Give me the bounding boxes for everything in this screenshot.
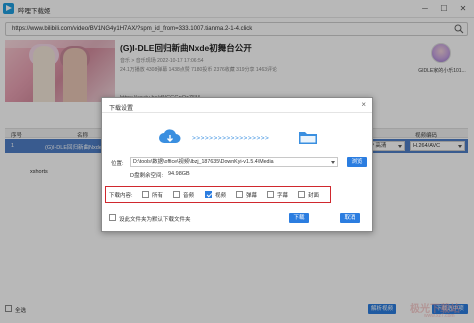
dialog-divider [102,112,372,113]
option-audio-label: 音频 [183,193,195,199]
dialog-title: 下载设置 [109,106,134,112]
disk-space-value: 94.98GB [168,171,190,177]
option-all-label: 所有 [152,193,164,199]
option-subtitle-label: 字幕 [277,193,289,199]
browse-button[interactable]: 浏览 [347,157,367,167]
dialog-cancel-button[interactable]: 取消 [340,213,360,223]
option-video-checkbox[interactable] [205,191,212,198]
cloud-download-icon [159,129,181,143]
default-folder-checkbox[interactable] [109,214,116,221]
flow-arrows-icon: >>>>>>>>>>>>>>>>>> [192,135,270,142]
path-value: D:\tools\数据\office\视频\lbzj_187635\DownKy… [133,159,274,165]
default-folder-label: 设此文件夹为默认下载文件夹 [119,217,191,223]
location-label: 位置: [111,161,124,167]
dialog-download-button[interactable]: 下载 [289,213,309,223]
content-label: 下载内容: [109,193,133,199]
path-select[interactable]: D:\tools\数据\office\视频\lbzj_187635\DownKy… [130,157,338,167]
content-options-frame: 下载内容: 所有 音频 视频 弹幕 字幕 封面 [105,186,331,203]
download-settings-dialog: 下载设置 × >>>>>>>>>>>>>>>>>> 位置: D:\tools\数… [101,97,373,232]
disk-space-label: D盘剩余空间: [130,173,164,179]
option-subtitle-checkbox[interactable] [267,191,274,198]
chevron-down-icon [331,161,335,164]
dialog-close-icon[interactable]: × [361,100,366,109]
option-danmaku-label: 弹幕 [246,193,258,199]
option-video-label: 视频 [215,193,227,199]
option-cover-label: 封面 [308,193,320,199]
folder-icon [299,132,317,144]
option-audio-checkbox[interactable] [173,191,180,198]
option-all-checkbox[interactable] [142,191,149,198]
option-danmaku-checkbox[interactable] [236,191,243,198]
option-cover-checkbox[interactable] [298,191,305,198]
